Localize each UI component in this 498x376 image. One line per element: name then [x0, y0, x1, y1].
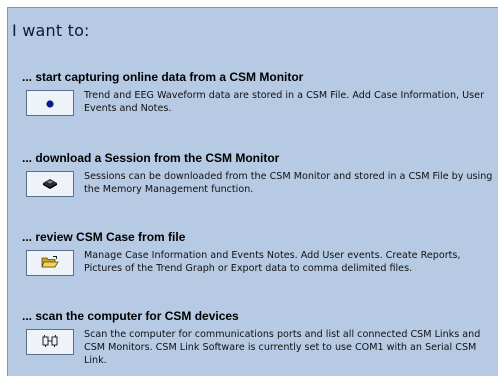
scan-devices-button[interactable]	[26, 329, 74, 355]
option-heading: ... download a Session from the CSM Moni…	[22, 151, 280, 165]
device-download-icon	[41, 175, 59, 194]
page-title: I want to:	[12, 21, 90, 40]
option-description: Manage Case Information and Events Notes…	[84, 250, 461, 274]
option-heading: ... start capturing online data from a C…	[22, 70, 304, 84]
record-dot-icon	[45, 94, 55, 113]
option-start-capture: ... start capturing online data from a C…	[22, 69, 498, 121]
scan-devices-icon	[41, 333, 59, 352]
open-folder-icon	[41, 254, 59, 273]
option-heading: ... scan the computer for CSM devices	[22, 309, 239, 323]
start-capture-button[interactable]	[26, 90, 74, 116]
option-review-case: ... review CSM Case from file Manage Cas…	[22, 229, 498, 281]
option-download-session: ... download a Session from the CSM Moni…	[22, 150, 498, 202]
option-heading: ... review CSM Case from file	[22, 230, 186, 244]
option-description: Trend and EEG Waveform data are stored i…	[84, 90, 485, 114]
option-description: Scan the computer for communications por…	[84, 329, 481, 366]
download-session-button[interactable]	[26, 171, 74, 197]
option-scan-devices: ... scan the computer for CSM devices Sc…	[22, 308, 498, 368]
review-case-button[interactable]	[26, 250, 74, 276]
option-description: Sessions can be downloaded from the CSM …	[84, 171, 493, 195]
